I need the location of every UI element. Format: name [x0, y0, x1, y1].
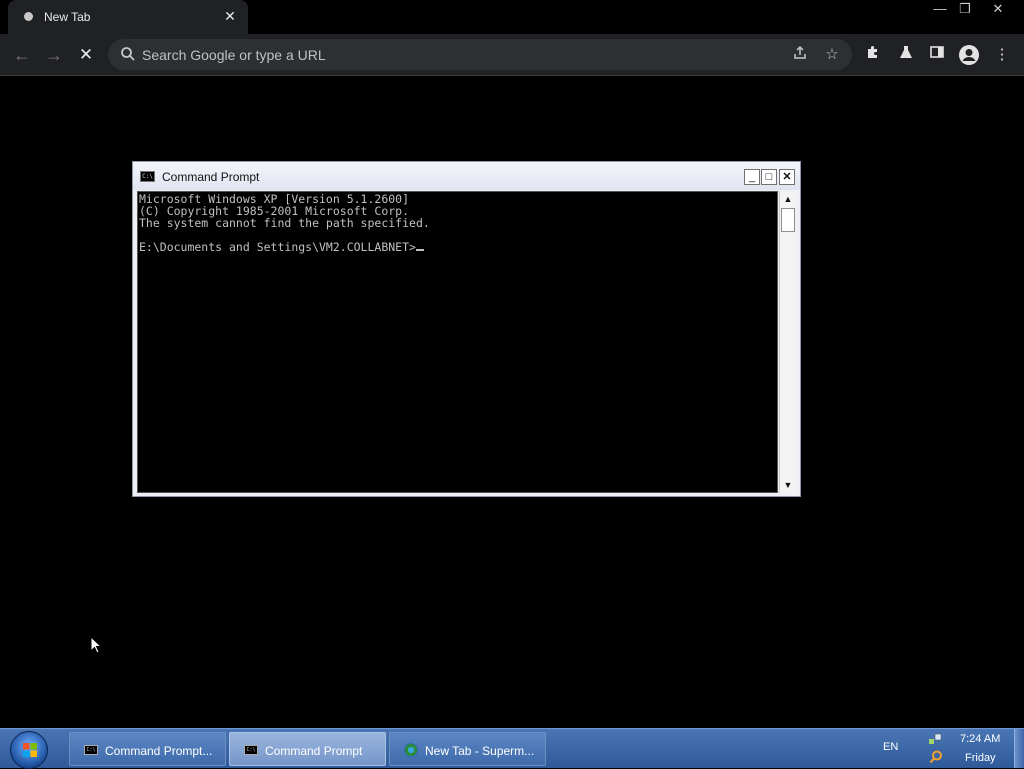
console-line: The system cannot find the path specifie… [139, 216, 430, 230]
taskbar-task-chrome[interactable]: New Tab - Superm... [389, 732, 546, 766]
console-prompt-row: E:\Documents and Settings\VM2.COLLABNET> [139, 241, 424, 253]
tab-favicon-icon [24, 12, 33, 21]
cmd-maximize-button[interactable]: □ [761, 169, 777, 185]
browser-restore-button[interactable]: ❐ [953, 0, 977, 17]
search-icon[interactable] [929, 750, 943, 764]
browser-toolbar: ← → ✕ Search Google or type a URL ☆ ⋮ [0, 34, 1024, 76]
cmd-title-bar[interactable]: C:\ Command Prompt _ □ ✕ [133, 162, 800, 190]
scroll-down-arrow-icon[interactable]: ▼ [780, 477, 796, 493]
show-desktop-button[interactable] [1014, 729, 1024, 768]
tab-title: New Tab [44, 10, 91, 24]
search-icon [121, 47, 135, 61]
taskbar-task-label: New Tab - Superm... [425, 744, 535, 758]
cmd-app-icon: C:\ [140, 171, 155, 182]
browser-close-button[interactable]: ✕ [985, 0, 1011, 17]
clock-day[interactable]: Friday [965, 752, 996, 764]
cmd-icon: C:\ [244, 745, 258, 755]
network-icon[interactable] [928, 733, 942, 745]
cmd-console-area[interactable]: Microsoft Windows XP [Version 5.1.2600] … [137, 191, 778, 493]
tab-close-icon[interactable]: ✕ [221, 7, 239, 25]
taskbar-task-cmd-2[interactable]: C:\ Command Prompt [229, 732, 386, 766]
labs-flask-icon[interactable] [895, 44, 917, 66]
cmd-window-title: Command Prompt [162, 170, 260, 184]
cmd-minimize-button[interactable]: _ [744, 169, 760, 185]
taskbar-task-label: Command Prompt [265, 744, 363, 758]
cmd-close-button[interactable]: ✕ [779, 169, 795, 185]
bookmark-star-icon[interactable]: ☆ [822, 45, 842, 65]
browser-minimize-button[interactable]: — [928, 0, 952, 17]
text-cursor [415, 249, 424, 251]
command-prompt-window[interactable]: C:\ Command Prompt _ □ ✕ Microsoft Windo… [132, 161, 801, 497]
browser-tab[interactable]: New Tab ✕ [8, 0, 248, 34]
start-button[interactable] [10, 731, 48, 769]
language-indicator[interactable]: EN [883, 741, 898, 753]
taskbar-task-cmd-1[interactable]: C:\ Command Prompt... [69, 732, 226, 766]
windows-logo-icon [23, 743, 37, 757]
profile-avatar-icon[interactable] [958, 44, 980, 66]
cmd-vertical-scrollbar[interactable]: ▲ ▼ [779, 191, 796, 493]
menu-kebab-icon[interactable]: ⋮ [991, 44, 1013, 66]
console-prompt: E:\Documents and Settings\VM2.COLLABNET> [139, 240, 416, 254]
cmd-icon: C:\ [84, 745, 98, 755]
chrome-icon [404, 743, 418, 757]
scrollbar-thumb[interactable] [781, 208, 795, 232]
clock-time[interactable]: 7:24 AM [960, 733, 1000, 745]
browser-tab-strip: New Tab ✕ — ❐ ✕ [0, 0, 1024, 34]
stop-loading-button[interactable]: ✕ [73, 42, 99, 68]
windows-taskbar: C:\ Command Prompt... C:\ Command Prompt… [0, 728, 1024, 769]
taskbar-task-label: Command Prompt... [105, 744, 213, 758]
forward-button[interactable]: → [41, 42, 67, 68]
share-icon[interactable] [790, 45, 810, 65]
side-panel-icon[interactable] [926, 44, 948, 66]
omnibox[interactable]: Search Google or type a URL ☆ [108, 39, 852, 70]
extensions-icon[interactable] [862, 44, 884, 66]
omnibox-input[interactable]: Search Google or type a URL [142, 47, 326, 63]
back-button[interactable]: ← [9, 42, 35, 68]
scroll-up-arrow-icon[interactable]: ▲ [780, 191, 796, 207]
mouse-pointer-icon [90, 636, 102, 654]
